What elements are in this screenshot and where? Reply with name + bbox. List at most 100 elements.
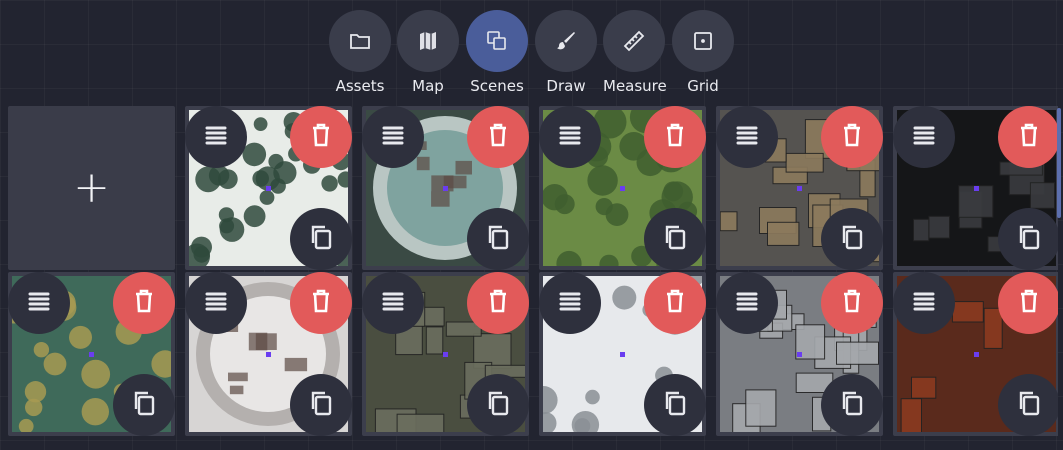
copy-icon (482, 387, 514, 423)
scene-duplicate-button[interactable] (821, 374, 883, 436)
scene-delete-button[interactable] (644, 272, 706, 334)
trash-icon (128, 285, 160, 321)
trash-icon (482, 119, 514, 155)
grid-tool-button[interactable]: Grid (672, 10, 734, 102)
trash-icon (1013, 119, 1045, 155)
scene-tile[interactable] (539, 106, 706, 270)
brush-icon (535, 10, 597, 72)
menu-icon (731, 119, 763, 155)
menu-icon (377, 119, 409, 155)
trash-icon (836, 119, 868, 155)
scenes-tool-button[interactable]: Scenes (466, 10, 528, 102)
copy-icon (128, 387, 160, 423)
menu-icon (908, 119, 940, 155)
ruler-icon (603, 10, 665, 72)
scene-tile[interactable] (893, 106, 1058, 270)
trash-icon (659, 285, 691, 321)
scene-delete-button[interactable] (467, 272, 529, 334)
add-scene-button[interactable]: + (8, 106, 175, 270)
scene-menu-button[interactable] (362, 106, 424, 168)
menu-icon (377, 285, 409, 321)
draw-tool-label: Draw (546, 77, 586, 95)
scene-delete-button[interactable] (998, 272, 1058, 334)
scene-tile[interactable] (362, 106, 529, 270)
trash-icon (836, 285, 868, 321)
scene-duplicate-button[interactable] (998, 374, 1058, 436)
trash-icon (305, 119, 337, 155)
scene-delete-button[interactable] (290, 272, 352, 334)
scene-tile[interactable] (8, 272, 175, 436)
scene-duplicate-button[interactable] (644, 374, 706, 436)
scene-duplicate-button[interactable] (467, 208, 529, 270)
scene-duplicate-button[interactable] (290, 208, 352, 270)
scene-delete-button[interactable] (821, 106, 883, 168)
assets-tool-label: Assets (335, 77, 385, 95)
scene-delete-button[interactable] (290, 106, 352, 168)
assets-tool-button[interactable]: Assets (329, 10, 391, 102)
trash-icon (1013, 285, 1045, 321)
scene-duplicate-button[interactable] (644, 208, 706, 270)
scene-menu-button[interactable] (362, 272, 424, 334)
scene-menu-button[interactable] (8, 272, 70, 334)
copy-icon (836, 221, 868, 257)
menu-icon (200, 285, 232, 321)
menu-icon (731, 285, 763, 321)
trash-icon (482, 285, 514, 321)
copy-icon (836, 387, 868, 423)
menu-icon (554, 119, 586, 155)
copy-icon (659, 387, 691, 423)
scene-delete-button[interactable] (821, 272, 883, 334)
scene-duplicate-button[interactable] (467, 374, 529, 436)
scene-delete-button[interactable] (113, 272, 175, 334)
map-tool-label: Map (412, 77, 444, 95)
toolbar: Assets Map Scenes Draw Measure Grid (0, 0, 1063, 100)
scene-delete-button[interactable] (998, 106, 1058, 168)
menu-icon (200, 119, 232, 155)
grid-tool-label: Grid (687, 77, 719, 95)
scene-delete-button[interactable] (644, 106, 706, 168)
menu-icon (554, 285, 586, 321)
scene-tile[interactable] (185, 106, 352, 270)
grid-icon (672, 10, 734, 72)
scenes-icon (466, 10, 528, 72)
scene-menu-button[interactable] (185, 272, 247, 334)
scene-grid: + (8, 106, 1058, 444)
measure-tool-label: Measure (603, 77, 667, 95)
copy-icon (305, 221, 337, 257)
scenes-tool-label: Scenes (470, 77, 524, 95)
menu-icon (23, 285, 55, 321)
scene-duplicate-button[interactable] (998, 208, 1058, 270)
draw-tool-button[interactable]: Draw (535, 10, 597, 102)
menu-icon (908, 285, 940, 321)
scene-menu-button[interactable] (185, 106, 247, 168)
map-tool-button[interactable]: Map (397, 10, 459, 102)
copy-icon (305, 387, 337, 423)
scene-tile[interactable] (539, 272, 706, 436)
trash-icon (659, 119, 691, 155)
scene-menu-button[interactable] (539, 106, 601, 168)
copy-icon (1013, 387, 1045, 423)
copy-icon (659, 221, 691, 257)
scene-tile[interactable] (716, 272, 883, 436)
scene-tile[interactable] (362, 272, 529, 436)
scene-duplicate-button[interactable] (113, 374, 175, 436)
scene-menu-button[interactable] (893, 272, 955, 334)
scene-menu-button[interactable] (716, 272, 778, 334)
map-icon (397, 10, 459, 72)
scene-delete-button[interactable] (467, 106, 529, 168)
scene-duplicate-button[interactable] (821, 208, 883, 270)
scene-menu-button[interactable] (893, 106, 955, 168)
scrollbar[interactable] (1057, 108, 1061, 218)
scene-duplicate-button[interactable] (290, 374, 352, 436)
folder-icon (329, 10, 391, 72)
copy-icon (482, 221, 514, 257)
copy-icon (1013, 221, 1045, 257)
trash-icon (305, 285, 337, 321)
scene-menu-button[interactable] (539, 272, 601, 334)
scene-menu-button[interactable] (716, 106, 778, 168)
scene-tile[interactable] (185, 272, 352, 436)
plus-icon: + (73, 162, 110, 213)
scene-tile[interactable] (716, 106, 883, 270)
measure-tool-button[interactable]: Measure (603, 10, 667, 102)
scene-tile[interactable] (893, 272, 1058, 436)
